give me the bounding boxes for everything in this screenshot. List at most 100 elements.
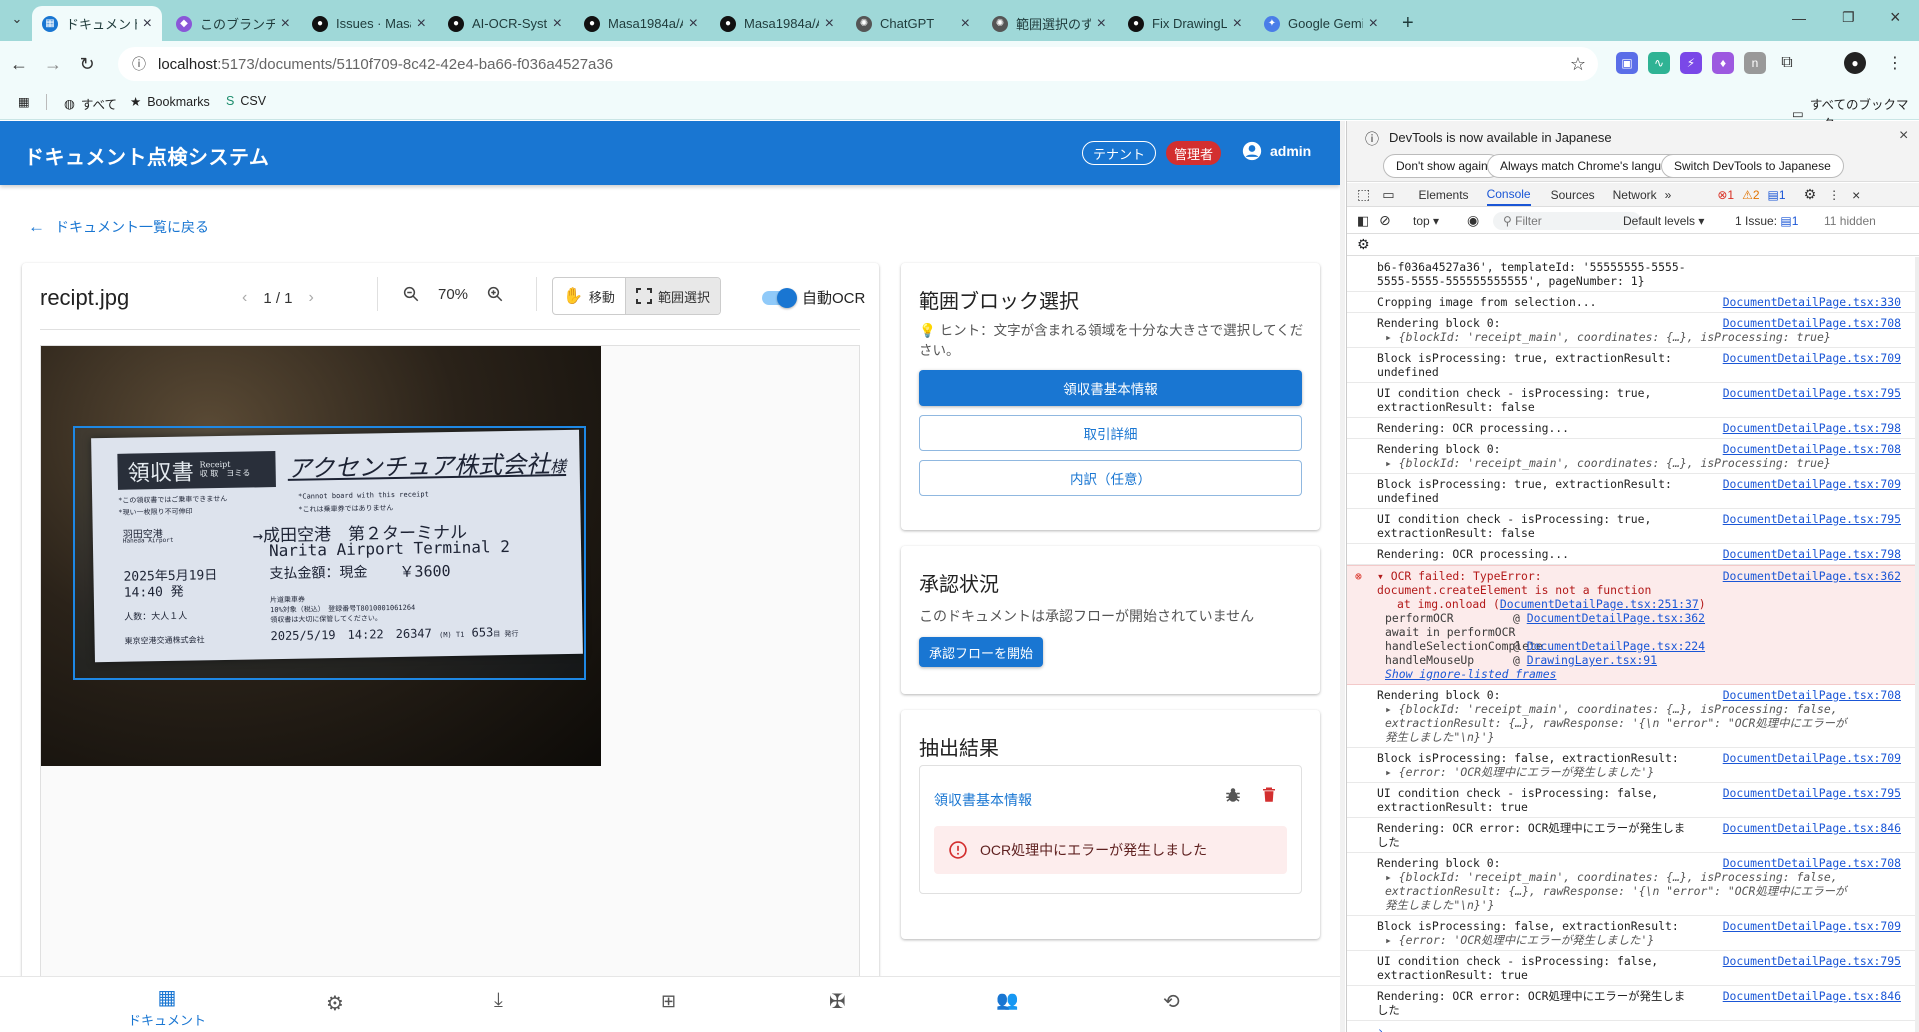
- stack-link[interactable]: DocumentDetailPage.tsx:251:37: [1500, 597, 1699, 611]
- log-object[interactable]: ▸ {blockId: 'receipt_main', coordinates:…: [1377, 456, 1857, 470]
- tab[interactable]: ◆ このブランチの改修で ×: [166, 6, 300, 41]
- log-source-link[interactable]: DocumentDetailPage.tsx:798: [1717, 547, 1901, 561]
- log-source-link[interactable]: DocumentDetailPage.tsx:795: [1717, 512, 1901, 526]
- device-toolbar-icon[interactable]: ▭: [1382, 187, 1394, 203]
- close-tab-icon[interactable]: ×: [281, 15, 290, 33]
- tab[interactable]: ● AI-OCR-System/fr ×: [438, 6, 572, 41]
- history-icon[interactable]: ⟲: [1163, 989, 1180, 1014]
- bookmark-star-icon[interactable]: ☆: [1570, 54, 1586, 75]
- close-tab-icon[interactable]: ×: [417, 15, 426, 33]
- site-info-icon[interactable]: ⓘ: [132, 54, 146, 74]
- sidebar-toggle-icon[interactable]: ◧: [1357, 213, 1369, 229]
- user-menu[interactable]: admin: [1242, 141, 1311, 161]
- dont-show-again-button[interactable]: Don't show again: [1383, 154, 1501, 178]
- log-source-link[interactable]: DocumentDetailPage.tsx:709: [1717, 477, 1901, 491]
- restore-icon[interactable]: ❐: [1842, 9, 1855, 26]
- bookmark-bookmarks[interactable]: ★ Bookmarks: [130, 94, 210, 110]
- close-tab-icon[interactable]: ×: [825, 15, 834, 33]
- inspect-element-icon[interactable]: ⬚: [1357, 186, 1370, 203]
- back-arrow-icon[interactable]: ←: [6, 51, 32, 77]
- log-source-link[interactable]: DocumentDetailPage.tsx:709: [1717, 351, 1901, 365]
- new-tab-button[interactable]: +: [1392, 6, 1422, 41]
- close-tab-icon[interactable]: ×: [1233, 15, 1242, 33]
- log-levels-select[interactable]: Default levels ▾: [1623, 214, 1704, 228]
- prev-page-icon[interactable]: ‹: [242, 289, 247, 307]
- close-tab-icon[interactable]: ×: [961, 15, 970, 33]
- tab-elements[interactable]: Elements: [1419, 188, 1469, 202]
- extension-icon[interactable]: ∿: [1648, 52, 1670, 74]
- log-object[interactable]: ▸ {blockId: 'receipt_main', coordinates:…: [1377, 330, 1857, 344]
- profile-avatar[interactable]: ●: [1844, 52, 1866, 74]
- close-tab-icon[interactable]: ×: [1097, 15, 1106, 33]
- apps-grid-icon[interactable]: ▦: [18, 94, 30, 109]
- log-source-link[interactable]: DocumentDetailPage.tsx:708: [1717, 856, 1901, 870]
- error-count-icon[interactable]: ⊗1: [1717, 188, 1734, 202]
- log-source-link[interactable]: DocumentDetailPage.tsx:708: [1717, 688, 1901, 702]
- stack-link[interactable]: DocumentDetailPage.tsx:224: [1527, 639, 1705, 653]
- console-prompt[interactable]: ›: [1347, 1021, 1915, 1032]
- console-filter-input[interactable]: ⚲ Filter: [1493, 212, 1641, 230]
- stack-link[interactable]: DocumentDetailPage.tsx:362: [1527, 611, 1705, 625]
- extension-icon[interactable]: ♦: [1712, 52, 1734, 74]
- reload-icon[interactable]: ↻: [74, 51, 100, 77]
- issues-button[interactable]: 1 Issue: ▤1: [1735, 214, 1798, 228]
- move-mode-button[interactable]: ✋ 移動: [553, 278, 625, 314]
- extension-icon[interactable]: n: [1744, 52, 1766, 74]
- bug-icon[interactable]: [1224, 786, 1242, 804]
- extension-icon[interactable]: ⚡: [1680, 52, 1702, 74]
- next-page-icon[interactable]: ›: [309, 289, 314, 307]
- log-source-link[interactable]: DocumentDetailPage.tsx:709: [1717, 919, 1901, 933]
- message-count-icon[interactable]: ▤1: [1768, 188, 1786, 202]
- log-source-link[interactable]: DocumentDetailPage.tsx:795: [1717, 786, 1901, 800]
- tab-network[interactable]: Network: [1613, 188, 1657, 202]
- log-object[interactable]: ▸ {error: 'OCR処理中にエラーが発生しました'}: [1377, 765, 1857, 779]
- switch-language-button[interactable]: Switch DevTools to Japanese: [1661, 154, 1844, 178]
- nav-documents[interactable]: ▦ ドキュメント: [128, 985, 206, 1029]
- tab[interactable]: ✺ ChatGPT ×: [846, 6, 980, 41]
- tenant-chip[interactable]: テナント: [1082, 141, 1157, 165]
- selection-rectangle[interactable]: [73, 426, 586, 680]
- error-source-link[interactable]: DocumentDetailPage.tsx:362: [1716, 569, 1901, 583]
- console-scrollbar[interactable]: [1915, 257, 1919, 1032]
- log-source-link[interactable]: DocumentDetailPage.tsx:709: [1717, 751, 1901, 765]
- tab[interactable]: ✦ Google Gemini ×: [1254, 6, 1388, 41]
- log-object[interactable]: ▸ {blockId: 'receipt_main', coordinates:…: [1377, 870, 1857, 912]
- forward-arrow-icon[interactable]: →: [40, 51, 66, 77]
- live-expression-eye-icon[interactable]: ◉: [1467, 212, 1479, 229]
- zoom-out-icon[interactable]: [402, 285, 420, 303]
- tools-icon[interactable]: ✠: [829, 989, 846, 1014]
- tab-active[interactable]: ▦ ドキュメント点検シス ×: [32, 6, 162, 41]
- extension-icon[interactable]: ▣: [1616, 52, 1638, 74]
- tab[interactable]: ✺ 範囲選択のずれの原 ×: [982, 6, 1116, 41]
- settings-gear-icon[interactable]: ⚙: [1804, 186, 1817, 203]
- warning-count-icon[interactable]: ⚠2: [1742, 188, 1759, 202]
- block-button-transaction[interactable]: 取引詳細: [919, 415, 1302, 451]
- block-button-receipt-basic[interactable]: 領収書基本情報: [919, 370, 1302, 406]
- settings-gear-icon[interactable]: ⚙: [326, 991, 344, 1016]
- block-button-breakdown[interactable]: 内訳（任意）: [919, 460, 1302, 496]
- log-source-link[interactable]: DocumentDetailPage.tsx:708: [1717, 442, 1901, 456]
- log-object[interactable]: ▸ {blockId: 'receipt_main', coordinates:…: [1377, 702, 1857, 744]
- close-banner-icon[interactable]: ×: [1899, 127, 1908, 145]
- stack-link[interactable]: DrawingLayer.tsx:91: [1527, 653, 1657, 667]
- tab[interactable]: ● Masa1984a/AI-OC ×: [710, 6, 844, 41]
- bookmark-csv[interactable]: S CSV: [226, 94, 266, 108]
- tab-console[interactable]: Console: [1486, 184, 1531, 206]
- chrome-menu-icon[interactable]: ⋮: [1884, 52, 1906, 74]
- select-mode-button[interactable]: 範囲選択: [624, 278, 720, 314]
- zoom-in-icon[interactable]: [486, 285, 504, 303]
- log-source-link[interactable]: DocumentDetailPage.tsx:798: [1717, 421, 1901, 435]
- more-options-icon[interactable]: ⋮: [1828, 188, 1840, 202]
- log-source-link[interactable]: DocumentDetailPage.tsx:795: [1717, 954, 1901, 968]
- log-source-link[interactable]: DocumentDetailPage.tsx:708: [1717, 316, 1901, 330]
- workflow-icon[interactable]: ⊞: [661, 991, 676, 1012]
- result-item-name[interactable]: 領収書基本情報: [934, 790, 1032, 810]
- show-ignore-listed-link[interactable]: Show ignore-listed frames: [1385, 667, 1556, 681]
- document-canvas[interactable]: 領収書 Receipt 収 取 ヨミる アクセンチュア株式会社様 *この領収書では…: [40, 345, 860, 985]
- address-bar[interactable]: ⓘ localhost:5173/documents/5110f709-8c42…: [118, 47, 1598, 81]
- log-source-link[interactable]: DocumentDetailPage.tsx:795: [1717, 386, 1901, 400]
- tab[interactable]: ● Issues · Masa1984 ×: [302, 6, 436, 41]
- log-source-link[interactable]: DocumentDetailPage.tsx:846: [1717, 821, 1901, 835]
- log-object[interactable]: ▸ {error: 'OCR処理中にエラーが発生しました'}: [1377, 933, 1857, 947]
- close-tab-icon[interactable]: ×: [689, 15, 698, 33]
